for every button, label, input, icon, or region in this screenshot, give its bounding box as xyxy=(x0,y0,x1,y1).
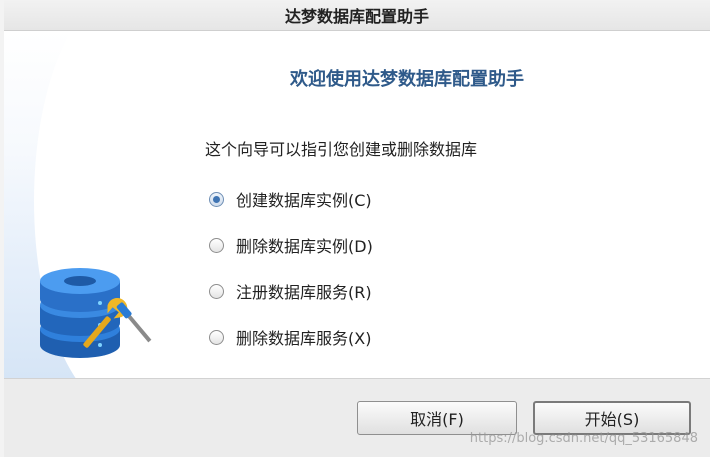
wizard-content: 欢迎使用达梦数据库配置助手 这个向导可以指引您创建或删除数据库 创建数据库实例(… xyxy=(4,31,710,378)
option-register-service[interactable]: 注册数据库服务(R) xyxy=(209,268,373,314)
cancel-button[interactable]: 取消(F) xyxy=(357,401,517,435)
button-bar: 取消(F) 开始(S) https://blog.csdn.net/qq_531… xyxy=(4,378,710,457)
option-delete-service-label: 删除数据库服务(X) xyxy=(236,329,372,348)
database-wrench-icon xyxy=(40,268,152,358)
dm-config-assistant-window: 达梦数据库配置助手 欢迎使用达梦数据库配置助手 这个向导可以指引您创建或删除数据… xyxy=(0,0,710,457)
title-bar[interactable]: 达梦数据库配置助手 xyxy=(4,0,710,31)
option-delete-instance[interactable]: 删除数据库实例(D) xyxy=(209,222,373,268)
radio-delete-instance[interactable] xyxy=(209,237,224,253)
option-delete-instance-label: 删除数据库实例(D) xyxy=(236,237,373,256)
option-create-instance-label: 创建数据库实例(C) xyxy=(236,191,372,210)
radio-create-instance[interactable] xyxy=(209,191,224,207)
watermark-text: https://blog.csdn.net/qq_53165848 xyxy=(469,431,698,446)
window-title: 达梦数据库配置助手 xyxy=(284,7,429,26)
operation-radio-group: 创建数据库实例(C) 删除数据库实例(D) 注册数据库服务(R) 删除数据库服务… xyxy=(209,176,373,360)
start-button[interactable]: 开始(S) xyxy=(533,401,691,435)
welcome-heading: 欢迎使用达梦数据库配置助手 xyxy=(290,69,524,90)
option-register-service-label: 注册数据库服务(R) xyxy=(236,283,372,302)
option-create-instance[interactable]: 创建数据库实例(C) xyxy=(209,176,373,222)
radio-delete-service[interactable] xyxy=(209,329,224,345)
radio-register-service[interactable] xyxy=(209,283,224,299)
option-delete-service[interactable]: 删除数据库服务(X) xyxy=(209,314,373,360)
wizard-description: 这个向导可以指引您创建或删除数据库 xyxy=(205,140,478,159)
